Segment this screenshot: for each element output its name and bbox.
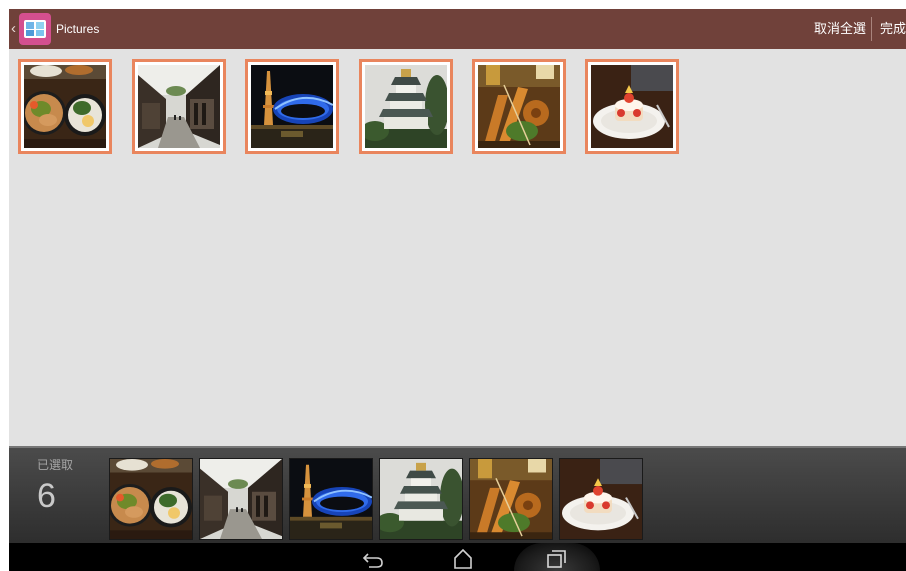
ramen-bowls-photo[interactable]: [18, 59, 112, 154]
screen: ‹ Pictures 取消全選 完成 已選取 6: [0, 0, 906, 571]
page-title: Pictures: [56, 22, 100, 36]
night-tower-photo[interactable]: [245, 59, 339, 154]
tray-castle-photo[interactable]: [379, 458, 463, 540]
action-divider: [871, 17, 872, 41]
gallery-app-icon[interactable]: [19, 13, 51, 45]
recent-apps-icon[interactable]: [542, 546, 570, 570]
system-nav-bar: [9, 543, 906, 571]
tablet-display: ‹ Pictures 取消全選 完成 已選取 6: [9, 9, 906, 571]
deselect-all-button[interactable]: 取消全選: [814, 21, 866, 37]
home-icon[interactable]: [449, 546, 477, 570]
selection-tray: 已選取 6: [9, 446, 906, 545]
photo-grid: [9, 49, 906, 446]
back-icon[interactable]: [359, 546, 387, 570]
strawberry-cake-photo[interactable]: [585, 59, 679, 154]
tray-old-street-photo[interactable]: [199, 458, 283, 540]
tray-fried-skewers-photo[interactable]: [469, 458, 553, 540]
castle-photo[interactable]: [359, 59, 453, 154]
fried-skewers-photo[interactable]: [472, 59, 566, 154]
selected-count: 6: [37, 477, 56, 515]
tray-strawberry-cake-photo[interactable]: [559, 458, 643, 540]
old-street-photo[interactable]: [132, 59, 226, 154]
tray-ramen-bowls-photo[interactable]: [109, 458, 193, 540]
back-chevron-icon[interactable]: ‹: [11, 19, 19, 39]
tray-night-tower-photo[interactable]: [289, 458, 373, 540]
done-button[interactable]: 完成: [880, 21, 906, 37]
action-bar: ‹ Pictures 取消全選 完成: [9, 9, 906, 49]
selected-label: 已選取: [37, 458, 74, 472]
